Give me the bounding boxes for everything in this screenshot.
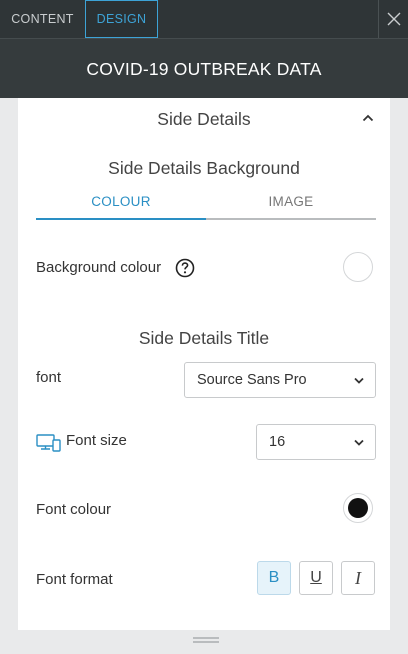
- underline-button[interactable]: U: [299, 561, 333, 595]
- page-title: COVID-19 OUTBREAK DATA: [0, 38, 408, 98]
- font-select[interactable]: Source Sans Pro: [184, 362, 376, 398]
- close-icon: [387, 12, 401, 26]
- background-subtitle: Side Details Background: [108, 158, 300, 178]
- close-button[interactable]: [378, 0, 408, 38]
- responsive-devices-icon: [36, 434, 61, 452]
- resize-handle[interactable]: [193, 637, 219, 645]
- tab-content[interactable]: CONTENT: [0, 0, 85, 38]
- font-colour-label: Font colour: [36, 501, 112, 518]
- font-size-label: Font size: [66, 432, 127, 449]
- italic-button[interactable]: I: [341, 561, 375, 595]
- background-type-tabs: COLOUR IMAGE: [36, 194, 376, 220]
- font-size-value: 16: [269, 434, 286, 450]
- help-icon[interactable]: [175, 258, 195, 278]
- background-colour-swatch[interactable]: [343, 252, 373, 282]
- settings-panel: Side Details Side Details Background COL…: [18, 98, 390, 630]
- bold-button[interactable]: B: [257, 561, 291, 595]
- chevron-down-icon: [354, 377, 364, 384]
- section-header-label: Side Details: [157, 109, 251, 129]
- chevron-up-icon: [362, 114, 374, 122]
- font-size-select[interactable]: 16: [256, 424, 376, 460]
- section-header-side-details[interactable]: Side Details: [18, 98, 390, 140]
- font-format-label: Font format: [36, 571, 113, 588]
- chevron-down-icon: [354, 439, 364, 446]
- font-label: font: [36, 369, 62, 386]
- font-colour-swatch[interactable]: [343, 493, 373, 523]
- tab-colour[interactable]: COLOUR: [36, 194, 206, 220]
- top-tab-bar: CONTENT DESIGN: [0, 0, 408, 38]
- tab-image[interactable]: IMAGE: [206, 194, 376, 220]
- title-settings-subtitle: Side Details Title: [138, 328, 270, 348]
- font-colour-dot: [348, 498, 368, 518]
- tab-design[interactable]: DESIGN: [85, 0, 158, 38]
- background-colour-label: Background colour: [36, 259, 162, 276]
- font-select-value: Source Sans Pro: [197, 372, 307, 388]
